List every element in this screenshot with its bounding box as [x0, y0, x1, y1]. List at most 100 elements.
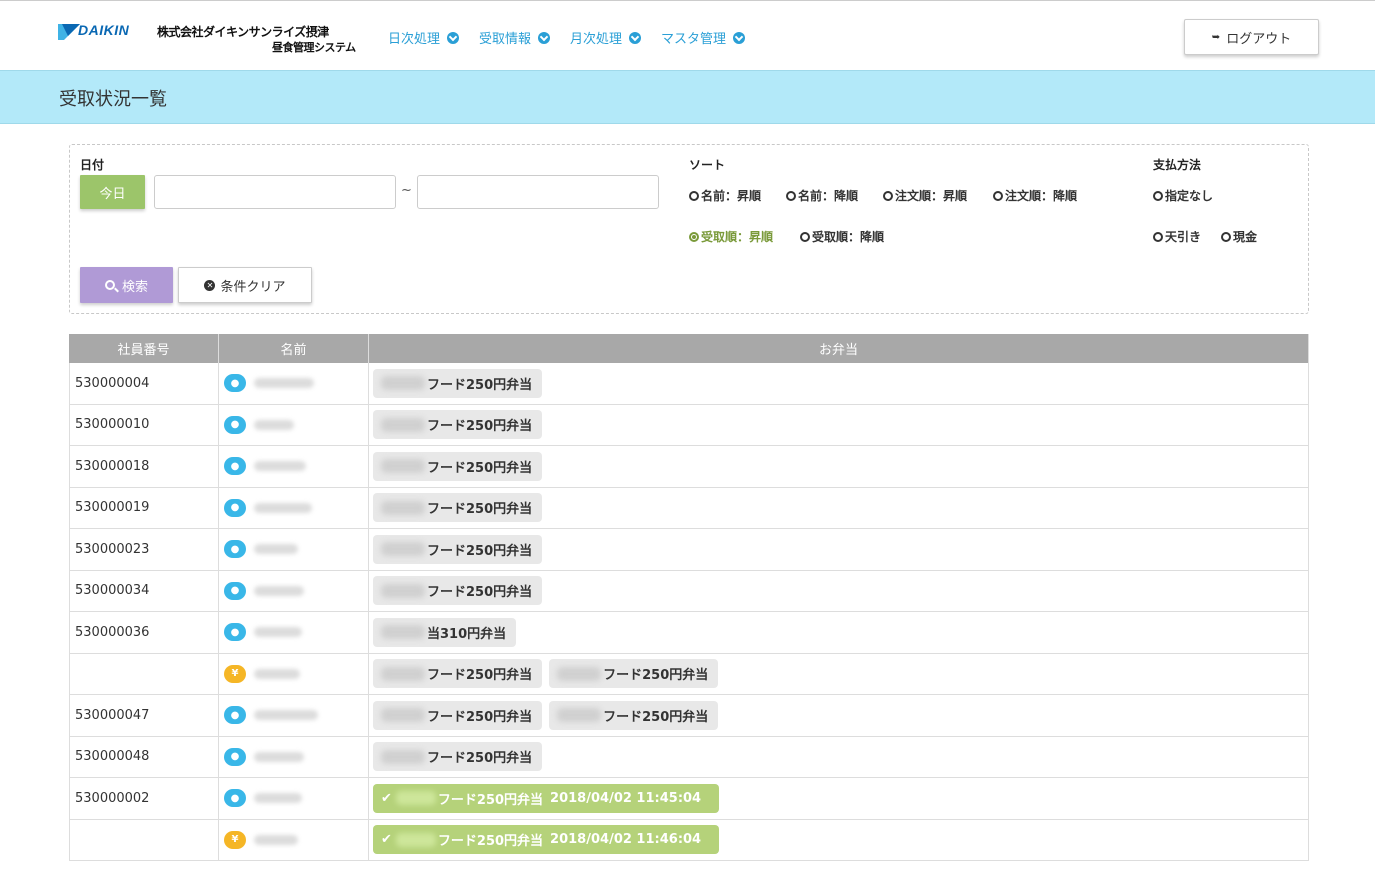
name-cell: ●: [219, 736, 369, 777]
order-pill[interactable]: フード250円弁当: [373, 659, 543, 689]
redacted-prefix: [557, 666, 602, 681]
order-pill[interactable]: フード250円弁当: [373, 368, 543, 398]
brand-name: DAIKIN: [78, 22, 130, 38]
name-cell: ●: [219, 570, 369, 611]
table-body: 530000004 ● フード250円弁当 530000010 ● フード250円弁当 53…: [69, 363, 1309, 861]
order-pill[interactable]: フード250円弁当: [373, 742, 543, 772]
sort-receive-desc-radio[interactable]: 受取順：降順: [800, 228, 884, 245]
payment-deduction-radio[interactable]: 天引き: [1153, 228, 1201, 245]
employee-id-cell: 530000047: [69, 695, 219, 736]
chevron-down-icon: [538, 31, 551, 44]
redacted-prefix: [381, 708, 425, 723]
redacted-name: [254, 585, 304, 596]
person-icon: ●: [224, 706, 246, 725]
date-label: 日付: [80, 158, 105, 172]
search-icon: [104, 280, 115, 290]
person-icon: ●: [224, 540, 246, 559]
order-pill[interactable]: フード250円弁当: [373, 493, 543, 523]
today-button[interactable]: 今日: [80, 175, 145, 209]
name-cell: ●: [219, 487, 369, 528]
nav-daily[interactable]: 日次処理: [388, 28, 460, 47]
chevron-down-icon: [629, 31, 642, 44]
table-row: 530000023 ● フード250円弁当: [69, 529, 1309, 571]
redacted-prefix: [381, 376, 425, 391]
date-from-input[interactable]: [154, 175, 396, 209]
table-row: 530000047 ● フード250円弁当 フード250円弁当: [69, 695, 1309, 737]
daikin-logo[interactable]: DAIKIN 株式会社ダイキンサンライズ摂津 昼食管理システム: [58, 22, 370, 56]
nav-receipt[interactable]: 受取情報: [479, 28, 551, 47]
order-pill[interactable]: 当310円弁当: [373, 617, 517, 647]
redacted-prefix: [381, 417, 425, 432]
name-cell: ●: [219, 363, 369, 404]
sort-order-desc-radio[interactable]: 注文順：降順: [993, 187, 1077, 204]
name-cell: ¥: [219, 653, 369, 694]
person-icon: ●: [224, 581, 246, 600]
name-cell: ●: [219, 695, 369, 736]
order-label: フード250円弁当: [427, 543, 533, 559]
payment-none-radio[interactable]: 指定なし: [1153, 187, 1213, 204]
bento-cell: ✔ フード250円弁当 2018/04/02 11:46:04: [369, 819, 1309, 860]
order-pill[interactable]: フード250円弁当: [373, 410, 543, 440]
redacted-prefix: [557, 708, 602, 723]
received-timestamp: 2018/04/02 11:45:04: [550, 790, 702, 806]
yen-icon: ¥: [224, 830, 246, 849]
nav-monthly[interactable]: 月次処理: [570, 28, 642, 47]
received-order-pill[interactable]: ✔ フード250円弁当 2018/04/02 11:46:04: [373, 825, 720, 855]
redacted-name: [254, 502, 312, 513]
nav-master[interactable]: マスタ管理: [661, 28, 746, 47]
employee-id-cell: 530000010: [69, 404, 219, 445]
radio-icon: [1153, 231, 1163, 242]
radio-icon: [689, 190, 699, 201]
close-circle-icon: ✕: [204, 279, 216, 291]
radio-icon: [786, 190, 796, 201]
chevron-down-icon: [447, 31, 460, 44]
employee-id-cell: 530000019: [69, 487, 219, 528]
received-order-pill[interactable]: ✔ フード250円弁当 2018/04/02 11:45:04: [373, 783, 720, 813]
employee-id-cell: 530000048: [69, 736, 219, 777]
person-icon: ●: [224, 789, 246, 808]
name-cell: ●: [219, 404, 369, 445]
payment-cash-radio[interactable]: 現金: [1221, 228, 1257, 245]
order-pill[interactable]: フード250円弁当: [373, 576, 543, 606]
sort-order-asc-radio[interactable]: 注文順：昇順: [883, 187, 967, 204]
clear-conditions-button[interactable]: ✕ 条件クリア: [178, 267, 312, 303]
redacted-prefix: [395, 791, 436, 806]
redacted-prefix: [381, 625, 425, 640]
sort-name-asc-radio[interactable]: 名前：昇順: [689, 187, 761, 204]
date-to-input[interactable]: [417, 175, 659, 209]
redacted-prefix: [395, 832, 436, 847]
sort-label: ソート: [689, 158, 726, 172]
payment-label: 支払方法: [1153, 158, 1202, 172]
order-label: フード250円弁当: [427, 585, 533, 601]
employee-id-cell: 530000004: [69, 363, 219, 404]
redacted-name: [254, 710, 318, 721]
sort-name-desc-radio[interactable]: 名前：降順: [786, 187, 858, 204]
order-pill[interactable]: フード250円弁当: [373, 534, 543, 564]
order-pill[interactable]: フード250円弁当: [549, 659, 719, 689]
order-pill[interactable]: フード250円弁当: [549, 700, 719, 730]
order-label: フード250円弁当: [603, 668, 709, 684]
order-pill[interactable]: フード250円弁当: [373, 700, 543, 730]
person-icon: ●: [224, 374, 246, 393]
order-label: フード250円弁当: [603, 709, 709, 725]
check-icon: ✔: [381, 832, 392, 848]
bento-cell: フード250円弁当: [369, 404, 1309, 445]
radio-checked-icon: [689, 231, 699, 242]
name-cell: ●: [219, 612, 369, 653]
redacted-name: [254, 378, 314, 389]
bento-cell: フード250円弁当: [369, 529, 1309, 570]
order-label: フード250円弁当: [427, 668, 533, 684]
table-row: 530000004 ● フード250円弁当: [69, 363, 1309, 405]
employee-id-cell: 530000034: [69, 570, 219, 611]
date-range-separator: ~: [401, 183, 412, 198]
order-pill[interactable]: フード250円弁当: [373, 451, 543, 481]
logout-button[interactable]: ➥ ログアウト: [1184, 19, 1319, 55]
column-header-bento: お弁当: [369, 334, 1309, 363]
order-label: フード250円弁当: [437, 834, 544, 850]
table-row: 530000002 ● ✔ フード250円弁当 2018/04/02 11:45:04: [69, 778, 1309, 820]
sort-receive-asc-radio[interactable]: 受取順：昇順: [689, 228, 773, 245]
search-button[interactable]: 検索: [80, 267, 173, 303]
redacted-name: [254, 668, 300, 679]
order-label: フード250円弁当: [427, 377, 533, 393]
redacted-name: [254, 419, 294, 430]
